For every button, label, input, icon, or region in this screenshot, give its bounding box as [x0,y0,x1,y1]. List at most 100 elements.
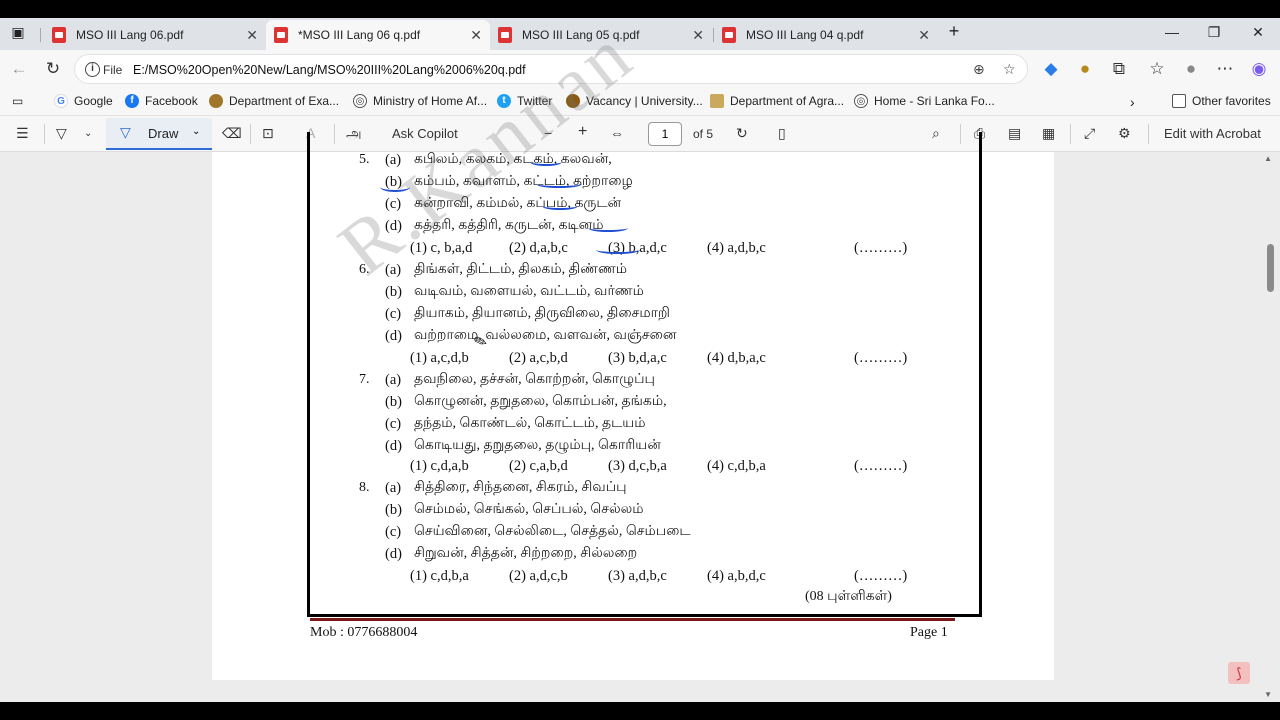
highlight-icon[interactable]: ▽ [56,125,67,142]
tab-title: *MSO III Lang 06 q.pdf [298,28,421,42]
fav-other[interactable]: Other favorites [1172,94,1271,108]
answer-choice: (2) a,d,c,b [509,568,568,584]
answer-choice: (1) c,d,b,a [410,568,469,584]
question-number: 8. [359,480,370,495]
tab-lang-04-q[interactable]: MSO III Lang 04 q.pdf ✕ [714,20,938,50]
option-letter: (d) [385,218,402,234]
option-text: சித்திரை, சிந்தனை, சிகரம், சிவப்பு [414,480,627,495]
profile-avatar[interactable]: ● [1180,59,1202,79]
option-letter: (d) [385,546,402,562]
option-text: தந்தம், கொண்டல், கொட்டம், தடயம் [414,416,646,431]
answer-blank: (………) [854,240,908,256]
acrobat-icon[interactable]: ⟆ [1228,662,1250,684]
ink-stroke [588,224,628,232]
edit-with-acrobat-button[interactable]: Edit with Acrobat [1164,126,1261,141]
option-letter: (c) [385,306,402,322]
scroll-up-icon[interactable]: ▲ [1264,154,1272,163]
tab-lang-06-q[interactable]: *MSO III Lang 06 q.pdf ✕ [266,20,490,50]
draw-label: Draw [148,126,179,141]
save-icon[interactable]: ▤ [1008,125,1021,142]
footer-mobile: Mob : 0776688004 [310,625,418,640]
answer-blank: (………) [854,568,908,584]
chevron-down-icon[interactable]: ⌄ [84,128,92,139]
answer-choice: (3) b,d,a,c [608,350,667,366]
ink-stroke [530,158,562,166]
close-window-icon[interactable]: ✕ [1248,24,1268,41]
ink-stroke [536,180,582,188]
globe-icon: ◎ [353,94,367,108]
more-menu-icon[interactable]: ⋯ [1214,59,1236,79]
tab-actions-icon[interactable]: ▣ [8,24,28,41]
browser-window: ▣ MSO III Lang 06.pdf ✕ *MSO III Lang 06… [0,18,1280,702]
option-text: சிறுவன், சித்தன், சிற்றறை, சில்லறை [414,546,638,561]
extensions-icon[interactable]: ⧉ [1108,59,1130,79]
info-icon[interactable]: i [85,62,100,77]
option-text: கொழுனன், தறுதலை, கொம்பன், தங்கம், [414,394,667,409]
copilot-icon[interactable]: ◉ [1248,59,1270,79]
question-number: 7. [359,372,370,387]
favorites-icon[interactable]: ☆ [1146,59,1168,79]
option-letter: (c) [385,196,402,212]
extension-bowl-icon[interactable]: ● [1074,59,1096,79]
pen-icon: ▽ [120,124,131,140]
facebook-icon: f [125,94,139,108]
fullscreen-icon[interactable]: ⤢ [1084,125,1095,142]
favorite-star-icon[interactable]: ☆ [1003,61,1016,78]
option-text: வடிவம், வளையல், வட்டம், வர்ணம் [414,284,644,299]
pdf-viewer[interactable]: R.Kannan 5. (a) கபிலம், கலகம், கடகம், கல… [0,18,1280,702]
question-number: 6. [359,262,370,277]
fav-dept-agra[interactable]: Department of Agra... [710,94,844,108]
url-scheme: File [103,63,123,77]
save-as-icon[interactable]: ▦ [1042,125,1055,142]
scroll-thumb[interactable] [1267,244,1274,292]
vertical-scrollbar[interactable]: ▲ ▼ [1264,152,1274,702]
fav-label: Department of Exa... [229,94,340,108]
url-text[interactable]: E:/MSO%20Open%20New/Lang/MSO%20III%20Lan… [133,63,526,77]
option-letter: (d) [385,438,402,454]
google-icon: G [54,94,68,108]
option-text: திங்கள், திட்டம், திலகம், திண்ணம் [414,262,628,277]
option-letter: (b) [385,394,402,410]
eraser-icon[interactable]: ⌫ [222,125,242,142]
new-tab-icon[interactable]: + [944,21,964,42]
chevron-right-icon[interactable]: › [1130,94,1135,110]
tab-title: MSO III Lang 04 q.pdf [746,28,864,42]
close-icon[interactable]: ✕ [470,27,482,44]
fav-label: Google [74,94,113,108]
pdf-icon [722,27,736,43]
tab-lang-06[interactable]: MSO III Lang 06.pdf ✕ [44,20,266,50]
fav-sri-lanka[interactable]: ◎ Home - Sri Lanka Fo... [854,94,995,108]
reading-list-icon[interactable]: ▭ [12,94,23,108]
pdf-icon [274,27,288,43]
answer-choice: (1) c, b,a,d [410,240,473,256]
answer-choice: (1) c,d,a,b [410,458,469,474]
footer-page: Page 1 [910,625,948,640]
question-number: 5. [359,152,370,167]
fav-google[interactable]: G Google [54,94,113,108]
zoom-icon[interactable]: ⊕ [973,61,985,78]
fav-facebook[interactable]: f Facebook [125,94,198,108]
minimize-icon[interactable]: — [1162,24,1182,40]
option-text: செம்மல், செங்கல், செப்பல், செல்லம் [414,502,644,517]
text-box-icon[interactable]: ⊡ [262,125,274,142]
contents-icon[interactable]: ☰ [16,125,29,142]
extension-shield-icon[interactable]: ◆ [1040,59,1062,79]
scroll-down-icon[interactable]: ▼ [1264,690,1272,699]
fav-ministry-home[interactable]: ◎ Ministry of Home Af... [353,94,487,108]
close-icon[interactable]: ✕ [246,27,258,44]
answer-choice: (2) c,a,b,d [509,458,568,474]
option-text: தியாகம், தியானம், திருவிலை, திசைமாறி [414,306,670,321]
back-icon[interactable]: ← [8,59,30,79]
draw-button[interactable]: ▽ Draw ⌄ [106,118,212,150]
close-icon[interactable]: ✕ [692,27,704,44]
fav-dept-exams[interactable]: Department of Exa... [209,94,339,108]
refresh-icon[interactable]: ↻ [42,59,64,79]
settings-gear-icon[interactable]: ⚙ [1118,125,1131,142]
answer-choice: (4) a,d,b,c [707,240,766,256]
close-icon[interactable]: ✕ [918,27,930,44]
restore-icon[interactable]: ❐ [1204,24,1224,41]
tab-title: MSO III Lang 06.pdf [76,28,184,42]
ink-stroke [596,246,640,254]
option-text: தவநிலை, தச்சன், கொற்றன், கொழுப்பு [414,372,655,387]
option-letter: (a) [385,152,402,168]
